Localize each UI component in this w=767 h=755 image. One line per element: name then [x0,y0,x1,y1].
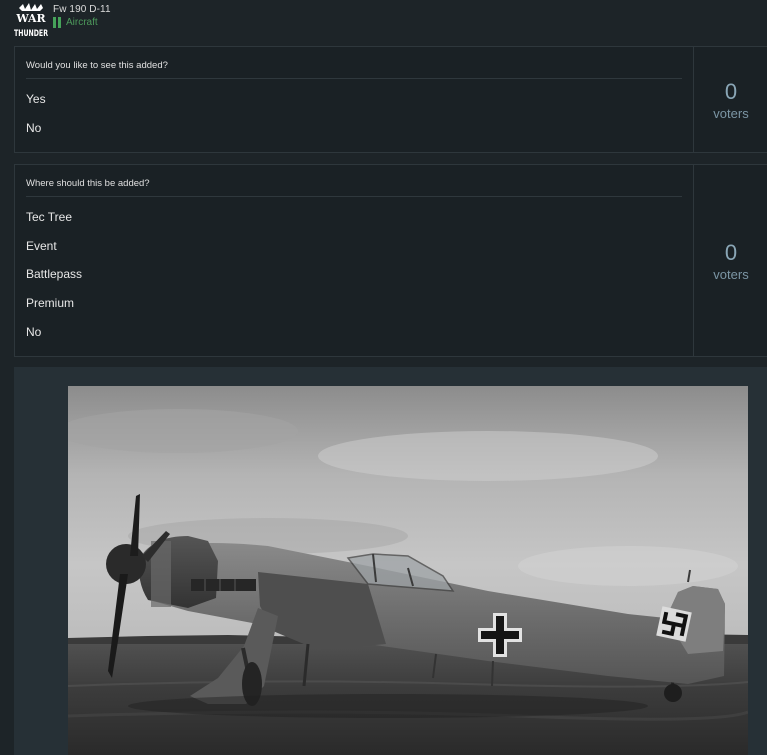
aircraft-photo-image [68,386,748,755]
poll-option-premium[interactable]: Premium [26,296,74,310]
war-thunder-logo[interactable]: WAR THUNDER [13,2,49,38]
tail-marking [656,606,692,642]
topic-title[interactable]: Fw 190 D-11 [53,4,111,15]
logo-text-top: WAR [15,12,46,25]
topic-header: WAR THUNDER Fw 190 D-11 Aircraft [0,0,767,42]
voter-count: 0 [724,240,738,265]
poll-divider [26,78,682,79]
poll-option-event[interactable]: Event [26,239,57,253]
poll-option-no[interactable]: No [26,121,41,135]
poll-option-no[interactable]: No [26,325,41,339]
aircraft-photo[interactable] [68,386,748,755]
category-badge-icon [53,17,61,28]
poll-divider [26,196,682,197]
poll-would-you-like: Would you like to see this added? Yes No… [14,46,767,153]
logo-crown [19,3,43,11]
voter-count: 0 [724,79,738,104]
poll-option-battlepass[interactable]: Battlepass [26,267,82,281]
poll-question: Where should this be added? [26,178,150,189]
poll-results: 0 voters [693,47,767,152]
category-link[interactable]: Aircraft [53,17,98,28]
poll-option-yes[interactable]: Yes [26,92,46,106]
logo-text-bottom: THUNDER [14,29,48,38]
poll-option-tec-tree[interactable]: Tec Tree [26,210,72,224]
poll-results: 0 voters [693,165,767,356]
poll-where-added: Where should this be added? Tec Tree Eve… [14,164,767,357]
voters-label: voters [713,267,749,282]
voters-label: voters [713,106,749,121]
category-label: Aircraft [66,17,98,28]
poll-question: Would you like to see this added? [26,60,168,71]
